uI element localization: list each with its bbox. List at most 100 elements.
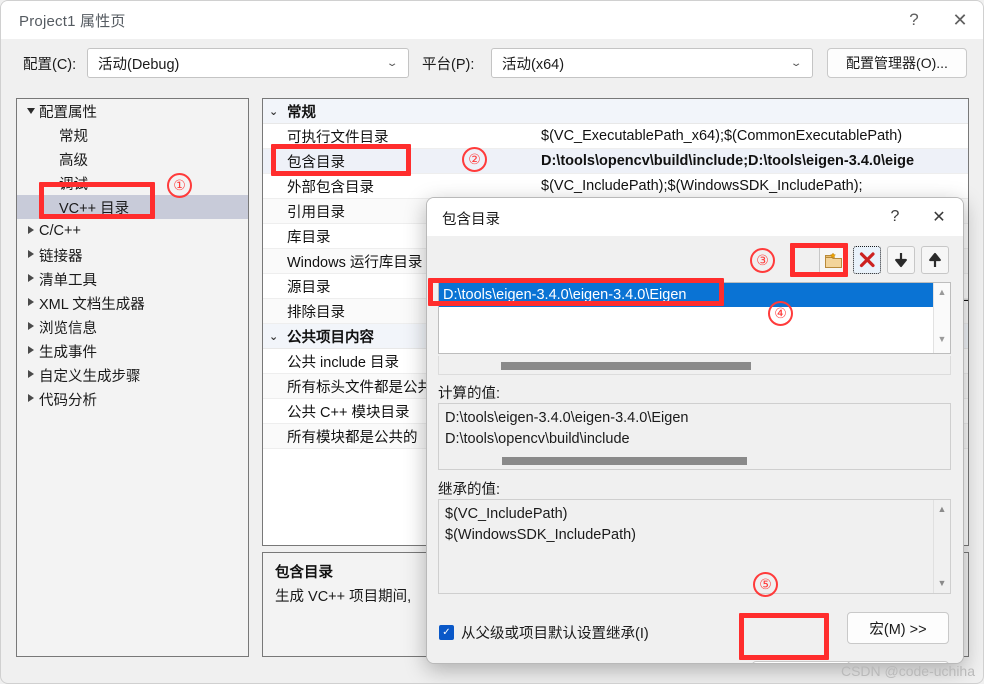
window-title: Project1 属性页 — [19, 10, 126, 31]
configuration-manager-button[interactable]: 配置管理器(O)... — [827, 48, 967, 78]
list-item[interactable]: D:\tools\eigen-3.4.0\eigen-3.4.0\Eigen — [439, 283, 950, 307]
chevron-right-icon — [23, 250, 39, 260]
scrollbar-thumb[interactable] — [502, 457, 747, 465]
scroll-down-icon[interactable]: ▼ — [934, 574, 950, 591]
tree-item-label: 自定义生成步骤 — [39, 365, 141, 386]
evaluated-label: 计算的值: — [438, 382, 500, 403]
evaluated-hscrollbar[interactable] — [440, 455, 932, 467]
tree-item-label: 调试 — [39, 173, 88, 194]
tree-item-label: 链接器 — [39, 245, 83, 266]
annotation-marker-5: ⑤ — [753, 572, 778, 597]
chevron-down-icon: ⌄ — [269, 105, 287, 118]
properties-tree[interactable]: 配置属性常规高级调试 VC++ 目录 C/C++ 链接器清单工具 XML 文档生成器浏览… — [16, 98, 249, 657]
platform-value: 活动(x64) — [502, 53, 564, 74]
chevron-right-icon — [23, 394, 39, 404]
grid-category-label: 公共项目内容 — [287, 326, 374, 347]
new-folder-button[interactable] — [819, 246, 847, 274]
inherit-checkbox[interactable]: ✓ — [439, 625, 454, 640]
annotation-marker-4: ④ — [768, 301, 793, 326]
grid-row[interactable]: 包含目录D:\tools\opencv\build\include;D:\too… — [263, 149, 968, 174]
listbox-horizontal-scrollbar[interactable] — [438, 356, 951, 375]
configuration-value: 活动(Debug) — [98, 53, 179, 74]
grid-row-value: $(VC_ExecutablePath_x64);$(CommonExecuta… — [541, 128, 968, 144]
tree-item-label: 生成事件 — [39, 341, 97, 362]
tree-item-label: 清单工具 — [39, 269, 97, 290]
properties-window: Project1 属性页 ? ✕ 配置(C): 活动(Debug) ⌄ 平台(P… — [0, 0, 984, 684]
move-down-button[interactable] — [887, 246, 915, 274]
tree-item-3[interactable]: 调试 — [17, 171, 248, 195]
tree-item-label: VC++ 目录 — [39, 197, 129, 218]
configuration-dropdown[interactable]: 活动(Debug) ⌄ — [87, 48, 409, 78]
chevron-down-icon: ⌄ — [790, 58, 803, 69]
configuration-bar: 配置(C): 活动(Debug) ⌄ 平台(P): 活动(x64) ⌄ 配置管理… — [1, 39, 983, 91]
value-line: $(WindowsSDK_IncludePath) — [445, 525, 933, 546]
grid-row[interactable]: 外部包含目录$(VC_IncludePath);$(WindowsSDK_Inc… — [263, 174, 968, 199]
chevron-down-icon: ⌄ — [386, 58, 399, 69]
tree-item-label: C/C++ — [39, 223, 81, 239]
tree-item-7[interactable]: 清单工具 — [17, 267, 248, 291]
grid-row-value: $(VC_IncludePath);$(WindowsSDK_IncludePa… — [541, 178, 968, 194]
arrow-down-icon — [894, 252, 908, 268]
close-icon[interactable]: ✕ — [937, 1, 983, 39]
dialog-toolbar — [819, 246, 949, 274]
dialog-titlebar: 包含目录 ? ✕ — [427, 198, 963, 236]
inherited-vscrollbar[interactable]: ▲ ▼ — [933, 500, 950, 593]
tree-item-6[interactable]: 链接器 — [17, 243, 248, 267]
inherited-values: $(VC_IncludePath)$(WindowsSDK_IncludePat… — [439, 500, 933, 546]
grid-row-key: 可执行文件目录 — [263, 126, 541, 147]
value-line: D:\tools\opencv\build\include — [445, 429, 933, 450]
tree-item-11[interactable]: 自定义生成步骤 — [17, 363, 248, 387]
include-directories-dialog: 包含目录 ? ✕ — [426, 197, 964, 664]
close-x-icon — [859, 252, 876, 268]
annotation-marker-3: ③ — [750, 248, 775, 273]
tree-item-label: XML 文档生成器 — [39, 293, 145, 314]
tree-item-4[interactable]: VC++ 目录 — [17, 195, 248, 219]
tree-item-label: 高级 — [39, 149, 88, 170]
tree-item-label: 配置属性 — [39, 101, 97, 122]
inherited-box: $(VC_IncludePath)$(WindowsSDK_IncludePat… — [438, 499, 951, 594]
chevron-right-icon — [23, 298, 39, 308]
grid-category-0[interactable]: ⌄常规 — [263, 99, 968, 124]
listbox-vertical-scrollbar[interactable]: ▲ ▼ — [933, 283, 950, 353]
chevron-right-icon — [23, 346, 39, 356]
grid-row[interactable]: 可执行文件目录$(VC_ExecutablePath_x64);$(Common… — [263, 124, 968, 149]
evaluated-box: D:\tools\eigen-3.4.0\eigen-3.4.0\EigenD:… — [438, 403, 951, 470]
tree-item-2[interactable]: 高级 — [17, 147, 248, 171]
help-icon[interactable]: ? — [891, 1, 937, 39]
screenshot-root: Project1 属性页 ? ✕ 配置(C): 活动(Debug) ⌄ 平台(P… — [0, 0, 984, 684]
scroll-up-icon[interactable]: ▲ — [934, 283, 950, 300]
dialog-title: 包含目录 — [442, 208, 500, 229]
delete-button[interactable] — [853, 246, 881, 274]
dialog-help-icon[interactable]: ? — [873, 198, 917, 236]
tree-item-10[interactable]: 生成事件 — [17, 339, 248, 363]
platform-label: 平台(P): — [422, 53, 474, 74]
tree-item-label: 浏览信息 — [39, 317, 97, 338]
dialog-body: D:\tools\eigen-3.4.0\eigen-3.4.0\Eigen ▲… — [427, 236, 963, 663]
chevron-right-icon — [23, 274, 39, 284]
tree-item-9[interactable]: 浏览信息 — [17, 315, 248, 339]
chevron-right-icon — [23, 370, 39, 380]
tree-item-1[interactable]: 常规 — [17, 123, 248, 147]
dialog-close-icon[interactable]: ✕ — [917, 198, 961, 236]
configuration-label: 配置(C): — [23, 53, 76, 74]
ok-button[interactable]: 确定 — [752, 661, 855, 664]
tree-item-label: 代码分析 — [39, 389, 97, 410]
tree-item-0[interactable]: 配置属性 — [17, 99, 248, 123]
scroll-up-icon[interactable]: ▲ — [934, 500, 950, 517]
scroll-down-icon[interactable]: ▼ — [934, 330, 950, 347]
scrollbar-thumb[interactable] — [501, 362, 751, 370]
platform-dropdown[interactable]: 活动(x64) ⌄ — [491, 48, 813, 78]
tree-item-12[interactable]: 代码分析 — [17, 387, 248, 411]
tree-item-label: 常规 — [39, 125, 88, 146]
inherited-label: 继承的值: — [438, 478, 500, 499]
inherit-checkbox-row[interactable]: ✓ 从父级或项目默认设置继承(I) — [439, 622, 649, 643]
tree-item-5[interactable]: C/C++ — [17, 219, 248, 243]
tree-item-8[interactable]: XML 文档生成器 — [17, 291, 248, 315]
new-folder-icon — [824, 252, 843, 269]
watermark: CSDN @code-uchiha — [841, 663, 975, 679]
annotation-marker-2: ② — [462, 147, 487, 172]
macros-button[interactable]: 宏(M) >> — [847, 612, 949, 644]
grid-row-key: 外部包含目录 — [263, 176, 541, 197]
move-up-button[interactable] — [921, 246, 949, 274]
directories-listbox[interactable]: D:\tools\eigen-3.4.0\eigen-3.4.0\Eigen ▲… — [438, 282, 951, 354]
